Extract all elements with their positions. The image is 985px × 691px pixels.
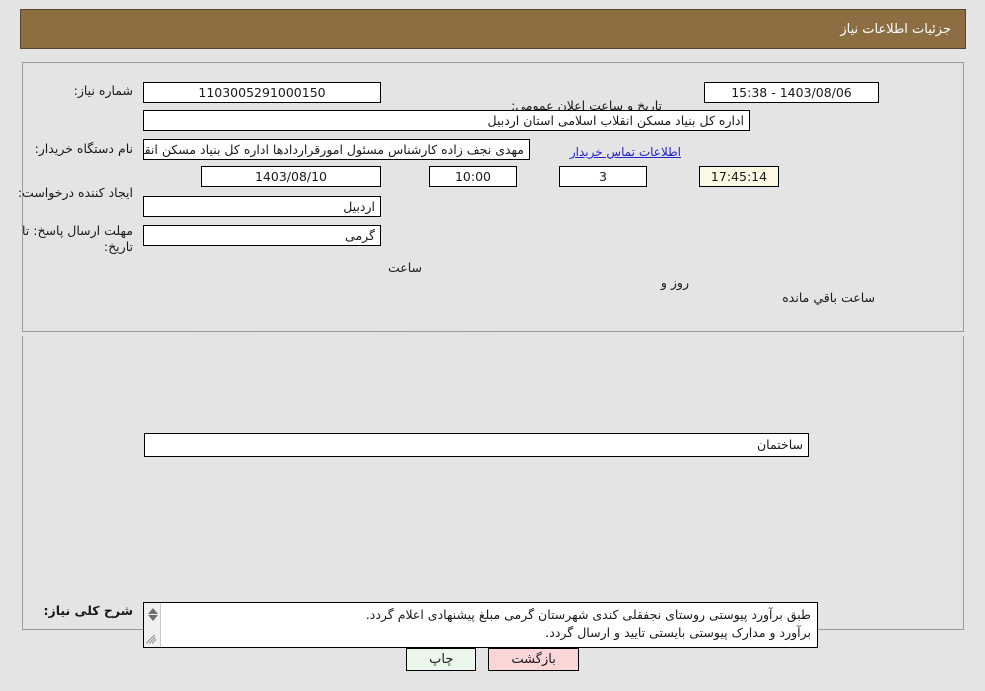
- need-number-label-wrap: شماره نیاز:: [0, 83, 133, 98]
- remaining-clock-value: 17:45:14: [699, 166, 779, 187]
- province-value: اردبیل: [143, 196, 381, 217]
- back-button[interactable]: بازگشت: [488, 648, 579, 671]
- deadline-hour-label: ساعت: [387, 260, 422, 275]
- description-scrollbar[interactable]: [144, 603, 161, 647]
- buyer-org-label: نام دستگاه خریدار:: [34, 141, 133, 156]
- deadline-label: مهلت ارسال پاسخ: تا تاریخ:: [22, 223, 133, 254]
- button-bar: بازگشت چاپ: [0, 648, 985, 671]
- buyer-org-value: اداره کل بنیاد مسکن انقلاب اسلامی استان …: [143, 110, 750, 131]
- description-label: شرح کلی نیاز:: [43, 603, 133, 618]
- city-value: گرمی: [143, 225, 381, 246]
- remaining-days-label-wrap: روز و: [0, 275, 689, 290]
- deadline-hour-value: 10:00: [429, 166, 517, 187]
- buyer-contact-link[interactable]: اطلاعات تماس خریدار: [570, 145, 681, 159]
- services-panel: [22, 336, 964, 630]
- need-number-label: شماره نیاز:: [73, 83, 133, 98]
- resize-grip-icon[interactable]: [145, 633, 158, 645]
- buyer-org-label-wrap: نام دستگاه خریدار:: [0, 141, 133, 156]
- creator-label: ایجاد کننده درخواست:: [17, 185, 133, 200]
- announce-datetime-value: 1403/08/06 - 15:38: [704, 82, 879, 103]
- remaining-clock-label: ساعت باقي مانده: [782, 290, 875, 305]
- remaining-clock-label-wrap: ساعت باقي مانده: [0, 290, 875, 305]
- service-group-value: ساختمان: [144, 433, 809, 457]
- description-label-wrap: شرح کلی نیاز:: [0, 603, 133, 618]
- page-root: AriaTender.net جزئیات اطلاعات نیاز شماره…: [0, 0, 985, 691]
- remaining-days-label: روز و: [660, 275, 689, 290]
- window-title-bar: جزئیات اطلاعات نیاز: [20, 9, 966, 49]
- description-textarea[interactable]: طبق برآورد پیوستی روستای نجفقلی کندی شهر…: [143, 602, 818, 648]
- creator-label-wrap: ایجاد کننده درخواست:: [0, 185, 133, 200]
- deadline-date-value: 1403/08/10: [201, 166, 381, 187]
- print-button[interactable]: چاپ: [406, 648, 477, 671]
- deadline-label-wrap: مهلت ارسال پاسخ: تا تاریخ:: [9, 223, 133, 255]
- spinner-icon[interactable]: [146, 607, 159, 622]
- page-title: جزئیات اطلاعات نیاز: [840, 21, 951, 37]
- remaining-days-value: 3: [559, 166, 647, 187]
- description-text: طبق برآورد پیوستی روستای نجفقلی کندی شهر…: [365, 607, 811, 640]
- deadline-hour-label-wrap: ساعت: [0, 260, 422, 275]
- creator-value: مهدی نجف زاده کارشناس مسئول امورقرارداده…: [143, 139, 530, 160]
